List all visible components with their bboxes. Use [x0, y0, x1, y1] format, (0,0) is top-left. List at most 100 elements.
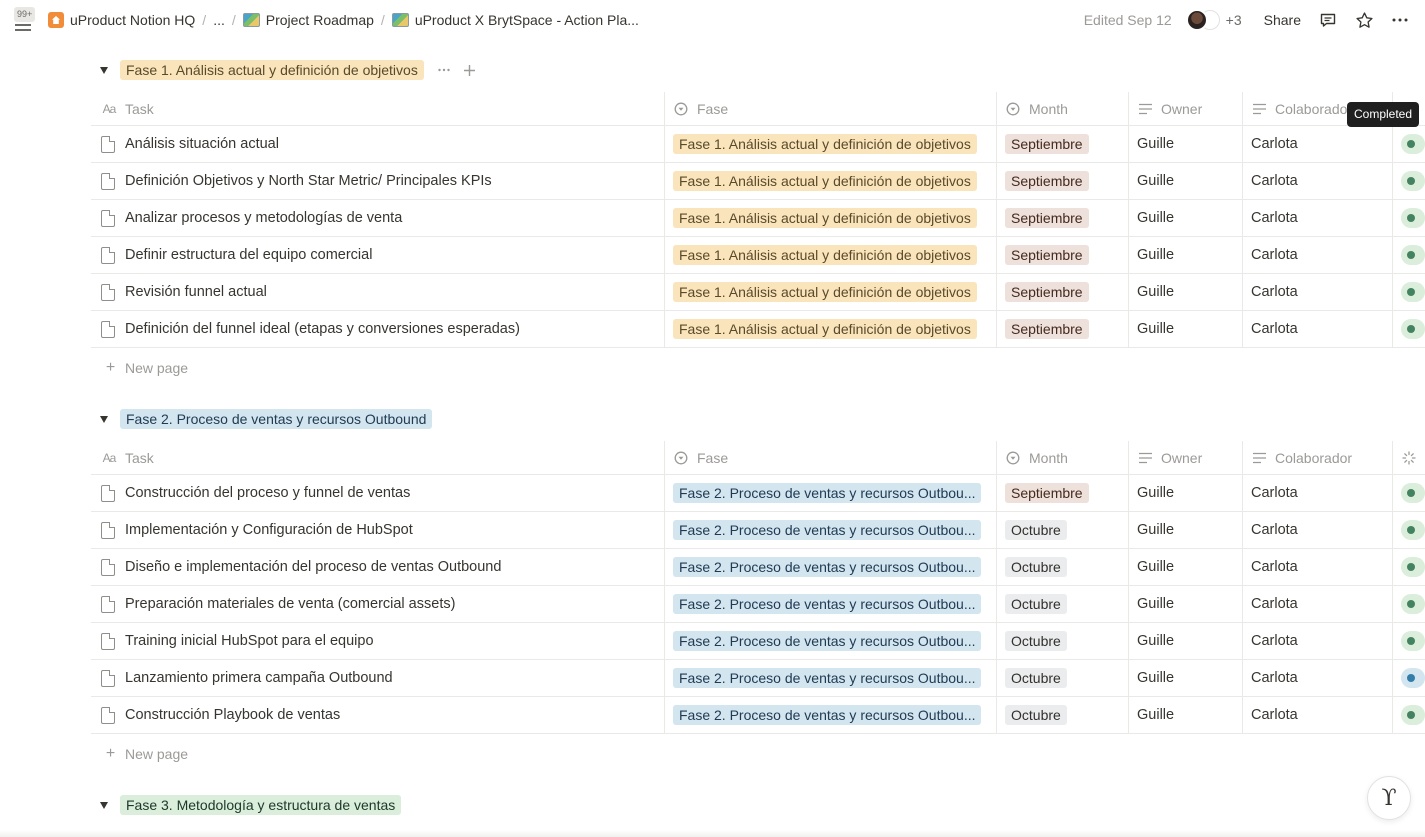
colaborador-cell[interactable]: Carlota [1243, 200, 1393, 236]
colaborador-cell[interactable]: Carlota [1243, 274, 1393, 310]
owner-cell[interactable]: Guille [1129, 475, 1243, 511]
month-cell[interactable]: Octubre [997, 660, 1129, 696]
status-cell[interactable] [1393, 237, 1425, 273]
colaborador-cell[interactable]: Carlota [1243, 549, 1393, 585]
status-cell[interactable] [1393, 163, 1425, 199]
colaborador-cell[interactable]: Carlota [1243, 311, 1393, 347]
favorite-button[interactable] [1353, 9, 1375, 31]
collapse-toggle[interactable] [96, 62, 112, 78]
collapse-toggle[interactable] [96, 797, 112, 813]
task-cell[interactable]: Diseño e implementación del proceso de v… [91, 549, 665, 585]
status-cell[interactable] [1393, 549, 1425, 585]
colaborador-cell[interactable]: Carlota [1243, 475, 1393, 511]
month-cell[interactable]: Octubre [997, 586, 1129, 622]
group-more-button[interactable] [434, 60, 454, 80]
fase-cell[interactable]: Fase 2. Proceso de ventas y recursos Out… [665, 512, 997, 548]
table-row[interactable]: Definir estructura del equipo comercial F… [91, 237, 1425, 274]
colaborador-cell[interactable]: Carlota [1243, 697, 1393, 733]
fase-cell[interactable]: Fase 2. Proceso de ventas y recursos Out… [665, 660, 997, 696]
collapse-toggle[interactable] [96, 411, 112, 427]
task-cell[interactable]: Training inicial HubSpot para el equipo [91, 623, 665, 659]
task-cell[interactable]: Analizar procesos y metodologías de vent… [91, 200, 665, 236]
table-row[interactable]: Definición del funnel ideal (etapas y co… [91, 311, 1425, 348]
column-header-owner[interactable]: Owner [1129, 92, 1243, 125]
task-title[interactable]: Diseño e implementación del proceso de v… [125, 559, 501, 575]
status-cell[interactable] [1393, 660, 1425, 696]
table-row[interactable]: Construcción Playbook de ventas Fase 2. P… [91, 697, 1425, 734]
table-row[interactable]: Implementación y Configuración de HubSpo… [91, 512, 1425, 549]
task-title[interactable]: Implementación y Configuración de HubSpo… [125, 522, 413, 538]
owner-cell[interactable]: Guille [1129, 274, 1243, 310]
table-row[interactable]: Diseño e implementación del proceso de v… [91, 549, 1425, 586]
owner-cell[interactable]: Guille [1129, 697, 1243, 733]
owner-cell[interactable]: Guille [1129, 549, 1243, 585]
status-cell[interactable] [1393, 475, 1425, 511]
task-title[interactable]: Definir estructura del equipo comercial [125, 247, 372, 263]
breadcrumb-ellipsis[interactable]: ... [209, 10, 229, 30]
colaborador-cell[interactable]: Carlota [1243, 126, 1393, 162]
task-title[interactable]: Revisión funnel actual [125, 284, 267, 300]
month-cell[interactable]: Septiembre [997, 311, 1129, 347]
avatar[interactable] [1185, 9, 1208, 31]
task-cell[interactable]: Análisis situación actual [91, 126, 665, 162]
notification-badge[interactable]: 99+ [14, 7, 36, 22]
colaborador-cell[interactable]: Carlota [1243, 623, 1393, 659]
edited-timestamp[interactable]: Edited Sep 12 [1084, 12, 1172, 28]
status-cell[interactable] [1393, 200, 1425, 236]
table-row[interactable]: Revisión funnel actual Fase 1. Análisis a… [91, 274, 1425, 311]
column-header-fase[interactable]: Fase [665, 441, 997, 474]
table-row[interactable]: Definición Objetivos y North Star Metric… [91, 163, 1425, 200]
breadcrumb-workspace[interactable]: uProduct Notion HQ [44, 10, 199, 30]
table-row[interactable]: Training inicial HubSpot para el equipo F… [91, 623, 1425, 660]
more-options-button[interactable] [1389, 9, 1411, 31]
fase-cell[interactable]: Fase 2. Proceso de ventas y recursos Out… [665, 697, 997, 733]
status-cell[interactable] [1393, 623, 1425, 659]
fase-cell[interactable]: Fase 2. Proceso de ventas y recursos Out… [665, 475, 997, 511]
fase-cell[interactable]: Fase 2. Proceso de ventas y recursos Out… [665, 549, 997, 585]
new-page-button[interactable]: + New page [104, 353, 188, 383]
month-cell[interactable]: Septiembre [997, 237, 1129, 273]
colaborador-cell[interactable]: Carlota [1243, 163, 1393, 199]
owner-cell[interactable]: Guille [1129, 660, 1243, 696]
colaborador-cell[interactable]: Carlota [1243, 512, 1393, 548]
owner-cell[interactable]: Guille [1129, 200, 1243, 236]
colaborador-cell[interactable]: Carlota [1243, 237, 1393, 273]
task-cell[interactable]: Construcción del proceso y funnel de ven… [91, 475, 665, 511]
colaborador-cell[interactable]: Carlota [1243, 586, 1393, 622]
task-title[interactable]: Preparación materiales de venta (comerci… [125, 596, 455, 612]
task-title[interactable]: Definición del funnel ideal (etapas y co… [125, 321, 520, 337]
owner-cell[interactable]: Guille [1129, 586, 1243, 622]
owner-cell[interactable]: Guille [1129, 126, 1243, 162]
column-header-status[interactable] [1393, 441, 1425, 474]
fase-cell[interactable]: Fase 2. Proceso de ventas y recursos Out… [665, 586, 997, 622]
status-cell[interactable] [1393, 512, 1425, 548]
task-title[interactable]: Lanzamiento primera campaña Outbound [125, 670, 393, 686]
task-title[interactable]: Training inicial HubSpot para el equipo [125, 633, 374, 649]
month-cell[interactable]: Septiembre [997, 200, 1129, 236]
column-header-month[interactable]: Month [997, 92, 1129, 125]
fase-cell[interactable]: Fase 1. Análisis actual y definición de … [665, 126, 997, 162]
table-row[interactable]: Construcción del proceso y funnel de ven… [91, 475, 1425, 512]
table-row[interactable]: Lanzamiento primera campaña Outbound Fase… [91, 660, 1425, 697]
month-cell[interactable]: Octubre [997, 549, 1129, 585]
task-cell[interactable]: Revisión funnel actual [91, 274, 665, 310]
column-header-month[interactable]: Month [997, 441, 1129, 474]
task-title[interactable]: Análisis situación actual [125, 136, 279, 152]
column-header-task[interactable]: Aa Task [91, 441, 665, 474]
fase-cell[interactable]: Fase 1. Análisis actual y definición de … [665, 311, 997, 347]
task-title[interactable]: Analizar procesos y metodologías de vent… [125, 210, 402, 226]
fase-cell[interactable]: Fase 2. Proceso de ventas y recursos Out… [665, 623, 997, 659]
table-row[interactable]: Análisis situación actual Fase 1. Análisi… [91, 126, 1425, 163]
owner-cell[interactable]: Guille [1129, 163, 1243, 199]
group-add-button[interactable] [460, 60, 480, 80]
status-cell[interactable] [1393, 586, 1425, 622]
task-cell[interactable]: Definición Objetivos y North Star Metric… [91, 163, 665, 199]
breadcrumb-project-roadmap[interactable]: Project Roadmap [239, 10, 378, 30]
column-header-colaborador[interactable]: Colaborador [1243, 441, 1393, 474]
owner-cell[interactable]: Guille [1129, 623, 1243, 659]
collaborators-count[interactable]: +3 [1226, 12, 1242, 28]
owner-cell[interactable]: Guille [1129, 512, 1243, 548]
task-title[interactable]: Definición Objetivos y North Star Metric… [125, 173, 492, 189]
table-row[interactable]: Preparación materiales de venta (comerci… [91, 586, 1425, 623]
month-cell[interactable]: Octubre [997, 623, 1129, 659]
